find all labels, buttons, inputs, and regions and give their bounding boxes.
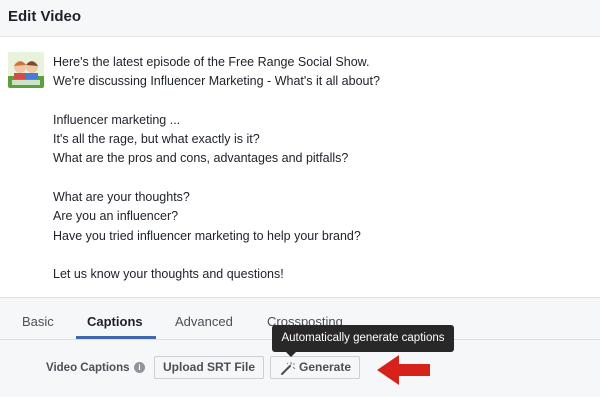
description-line: What are the pros and cons, advantages a… <box>53 151 349 166</box>
description-line: What are your thoughts? <box>53 190 190 205</box>
active-tab-indicator <box>76 336 156 339</box>
description-line: It's all the rage, but what exactly is i… <box>53 132 260 147</box>
post-description: Here's the latest episode of the Free Ra… <box>53 53 593 285</box>
description-line: Influencer marketing ... <box>53 112 181 127</box>
show-avatar-thumbnail <box>8 52 44 88</box>
dialog-title: Edit Video <box>8 8 82 25</box>
description-line <box>53 246 593 265</box>
tooltip-pointer <box>286 352 296 357</box>
generate-label: Generate <box>299 360 352 374</box>
post-preview: Here's the latest episode of the Free Ra… <box>0 37 600 297</box>
dialog-header: Edit Video <box>0 0 600 37</box>
generate-captions-button[interactable]: Generate <box>270 356 361 379</box>
description-line: Let us know your thoughts and questions! <box>53 267 284 282</box>
tab-basic[interactable]: Basic <box>22 314 54 329</box>
tab-captions[interactable]: Captions <box>87 314 143 329</box>
description-line <box>53 169 593 188</box>
description-line <box>53 92 593 111</box>
description-line: Have you tried influencer marketing to h… <box>53 228 361 243</box>
info-icon[interactable]: i <box>134 362 145 373</box>
video-captions-label: Video Captions <box>46 362 130 374</box>
description-line: We're discussing Influencer Marketing - … <box>53 74 380 89</box>
magic-wand-icon <box>281 362 296 375</box>
tab-advanced[interactable]: Advanced <box>175 314 233 329</box>
generate-tooltip: Automatically generate captions <box>272 325 454 357</box>
tooltip-text: Automatically generate captions <box>281 332 445 344</box>
upload-srt-button[interactable]: Upload SRT File <box>154 356 265 379</box>
red-arrow-icon <box>377 355 430 385</box>
video-captions-row: Video Captions i Upload SRT File Generat… <box>0 348 600 388</box>
description-line: Here's the latest episode of the Free Ra… <box>53 55 370 69</box>
description-line: Are you an influencer? <box>53 209 179 224</box>
